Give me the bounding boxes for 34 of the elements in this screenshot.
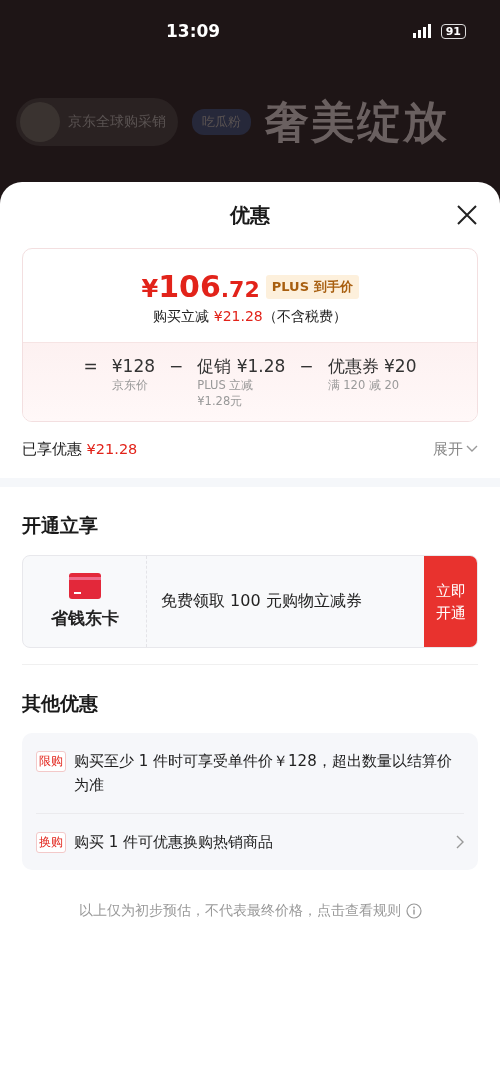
open-button[interactable]: 立即 开通 (424, 556, 477, 647)
section-title: 其他优惠 (21, 691, 99, 716)
chevron-right-icon[interactable] (456, 835, 464, 849)
info-icon[interactable] (405, 903, 422, 919)
expand-toggle[interactable]: 展开 (433, 439, 478, 459)
price-tag: PLUS 到手价 (265, 274, 359, 299)
operator-sign: − (299, 355, 314, 378)
operator-sign: − (169, 355, 184, 378)
status-time: 13:09 (166, 21, 221, 41)
offer-tag: 换购 (36, 832, 66, 853)
breakdown-value: 优惠券 ¥20 (327, 355, 417, 377)
breakdown-caption: 满 120 减 20 (327, 377, 401, 393)
card-icon (68, 573, 101, 599)
offer-description: 购买至少 1 件时可享受单件价￥128，超出数量以结算价为准 (74, 751, 453, 796)
banner-title: 奢美绽放 (265, 94, 449, 149)
close-icon[interactable] (456, 204, 478, 226)
breakdown-value: ¥128 (111, 355, 156, 377)
saving-text: 购买立减 ¥21.28（不含税费） (153, 308, 347, 326)
breakdown-caption: 京东价 (111, 377, 149, 393)
avatar (20, 102, 60, 142)
section-title: 开通立享 (21, 513, 99, 538)
enjoyed-discount: 已享优惠 ¥21.28 (22, 439, 138, 459)
offer-tag: 限购 (36, 751, 66, 772)
sheet-title: 优惠 (230, 201, 270, 229)
battery-indicator: 91 (440, 23, 466, 39)
disclaimer-text[interactable]: 以上仅为初步预估，不代表最终价格，点击查看规则 (78, 902, 401, 920)
breakdown-caption: PLUS 立减 ¥1.28元 (197, 377, 255, 409)
operator-sign: = (83, 355, 98, 378)
final-price: ¥106.72 (141, 269, 260, 304)
offer-description: 购买 1 件可优惠换购热销商品 (74, 832, 275, 853)
offer-text: 免费领取 100 元购物立减券 (160, 590, 363, 612)
chevron-icon (466, 445, 478, 453)
breakdown-value: 促销 ¥1.28 (197, 355, 286, 377)
card-name: 省钱东卡 (50, 607, 119, 630)
